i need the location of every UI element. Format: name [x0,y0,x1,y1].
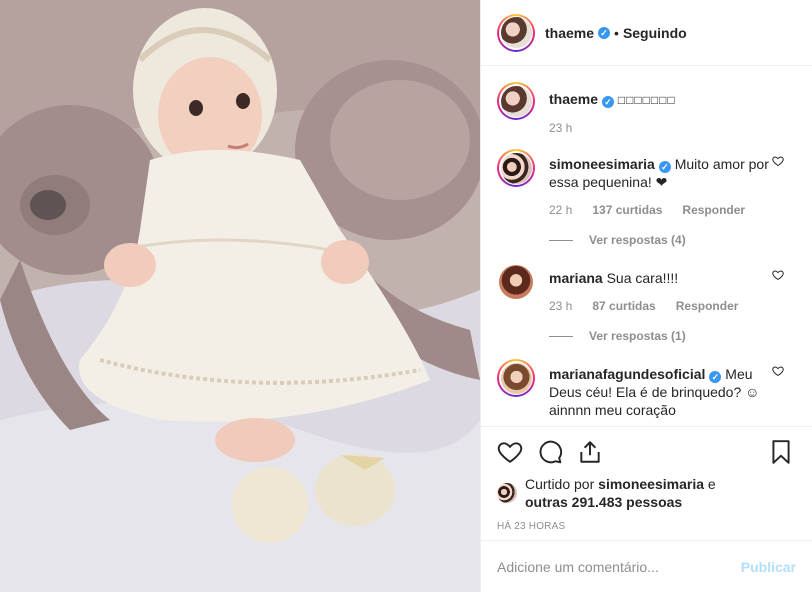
following-button[interactable]: Seguindo [623,25,687,41]
view-replies-button[interactable]: Ver respostas (4) [549,231,769,249]
caption-text: □□□□□□□ [617,93,676,107]
comment-likes-count[interactable]: 137 curtidas [592,201,662,219]
caption-time[interactable]: 23 h [549,119,572,137]
comment-time[interactable]: 23 h [549,297,572,315]
comment-like-heart-icon[interactable] [772,269,784,281]
heart-icon[interactable] [497,439,525,467]
liked-by-avatar[interactable] [497,483,517,503]
liked-by-summary[interactable]: Curtido por simoneesimaria e outras 291.… [497,475,796,511]
comments-list[interactable]: thaeme ✓ □□□□□□□ 23 h simoneesimaria ✓ Mui… [481,66,812,424]
comment-like-heart-icon[interactable] [772,155,784,167]
post-timestamp[interactable]: HÁ 23 HORAS [497,521,796,532]
comment-avatar-story-ring[interactable] [497,149,535,187]
comment-username[interactable]: mariana [549,270,603,286]
add-comment-input[interactable] [497,558,741,575]
bookmark-icon[interactable] [768,439,796,467]
author-avatar[interactable] [500,17,532,48]
comment-avatar[interactable] [499,265,533,299]
replies-divider [549,239,573,241]
author-avatar-story-ring[interactable] [497,13,535,52]
caption-username[interactable]: thaeme [549,91,598,107]
view-replies-label: Ver respostas (4) [589,233,686,247]
post-photo[interactable] [0,0,480,592]
post-sidebar: thaeme ✓ • Seguindo thaeme ✓ □□□□□□□ 23 h [480,0,812,592]
comment-bubble-icon[interactable] [537,439,565,467]
comment-text: Sua cara!!!! [606,270,679,286]
likes-count[interactable]: outras 291.483 pessoas [525,494,682,510]
post-caption: thaeme ✓ □□□□□□□ 23 h [497,82,796,137]
comment-username[interactable]: marianafagundesoficial [549,366,705,382]
liked-by-prefix: Curtido por [525,476,595,492]
separator-dot: • [614,24,619,41]
verified-badge-icon: ✓ [602,96,615,108]
comment-likes-count[interactable]: 87 curtidas [592,297,655,315]
comment-username[interactable]: simoneesimaria [549,156,655,172]
caption-avatar[interactable] [500,85,532,117]
comment-avatar[interactable] [500,152,532,184]
author-username[interactable]: thaeme [545,25,594,41]
action-icons-bar [497,439,796,467]
liked-by-username[interactable]: simoneesimaria [598,476,704,492]
comment-item: marianafagundesoficial ✓ Meu Deus céu! El… [497,359,796,419]
verified-badge-icon: ✓ [709,371,722,383]
reply-button[interactable]: Responder [676,297,739,315]
verified-badge-icon: ✓ [598,26,611,39]
reply-button[interactable]: Responder [682,201,745,219]
view-replies-button[interactable]: Ver respostas (1) [549,327,769,345]
share-icon[interactable] [577,439,605,467]
comment-item: simoneesimaria ✓ Muito amor por essa pequ… [497,149,796,249]
comment-time[interactable]: 22 h [549,201,572,219]
comment-avatar-story-ring[interactable] [497,359,535,397]
view-replies-label: Ver respostas (1) [589,329,686,343]
publish-button[interactable]: Publicar [741,559,796,575]
caption-avatar-story-ring[interactable] [497,82,535,120]
post-header: thaeme ✓ • Seguindo [481,0,812,66]
baby-photo-image [0,0,480,592]
comment-avatar[interactable] [500,362,532,394]
verified-badge-icon: ✓ [658,161,671,173]
comment-item: mariana Sua cara!!!! 23 h 87 curtidas Re… [497,263,796,345]
add-comment-bar: Publicar [481,540,812,592]
liked-by-connector: e [707,476,716,492]
replies-divider [549,335,573,337]
post-actions: Curtido por simoneesimaria e outras 291.… [481,426,812,532]
liked-by-text: Curtido por simoneesimaria e outras 291.… [525,475,716,511]
comment-like-heart-icon[interactable] [772,365,784,377]
